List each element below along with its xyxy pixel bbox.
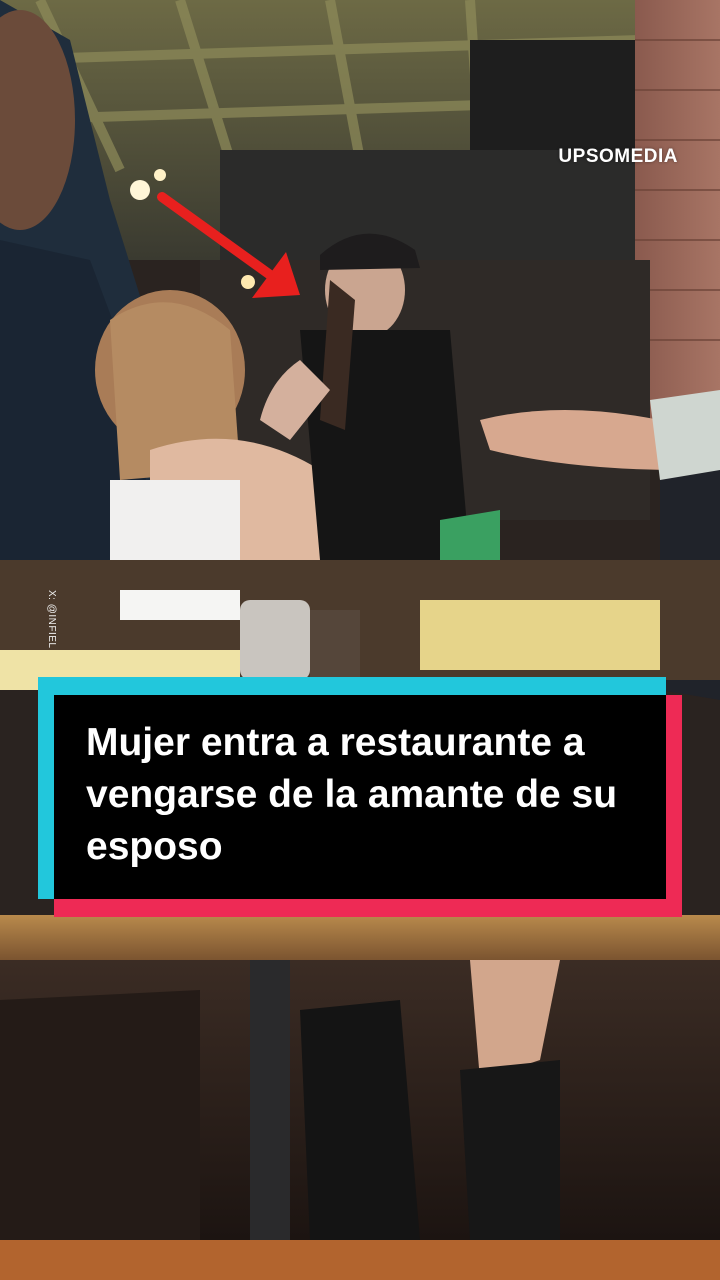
caption-card: Mujer entra a restaurante a vengarse de … xyxy=(38,677,682,917)
caption-text: Mujer entra a restaurante a vengarse de … xyxy=(86,721,618,868)
caption-box: Mujer entra a restaurante a vengarse de … xyxy=(54,695,666,899)
video-frame xyxy=(0,0,720,1280)
brand-watermark: UPSOMEDIA xyxy=(558,146,678,167)
restaurant-scene-illustration xyxy=(0,0,720,1280)
source-credit: X: @INFIEL xyxy=(46,590,57,649)
